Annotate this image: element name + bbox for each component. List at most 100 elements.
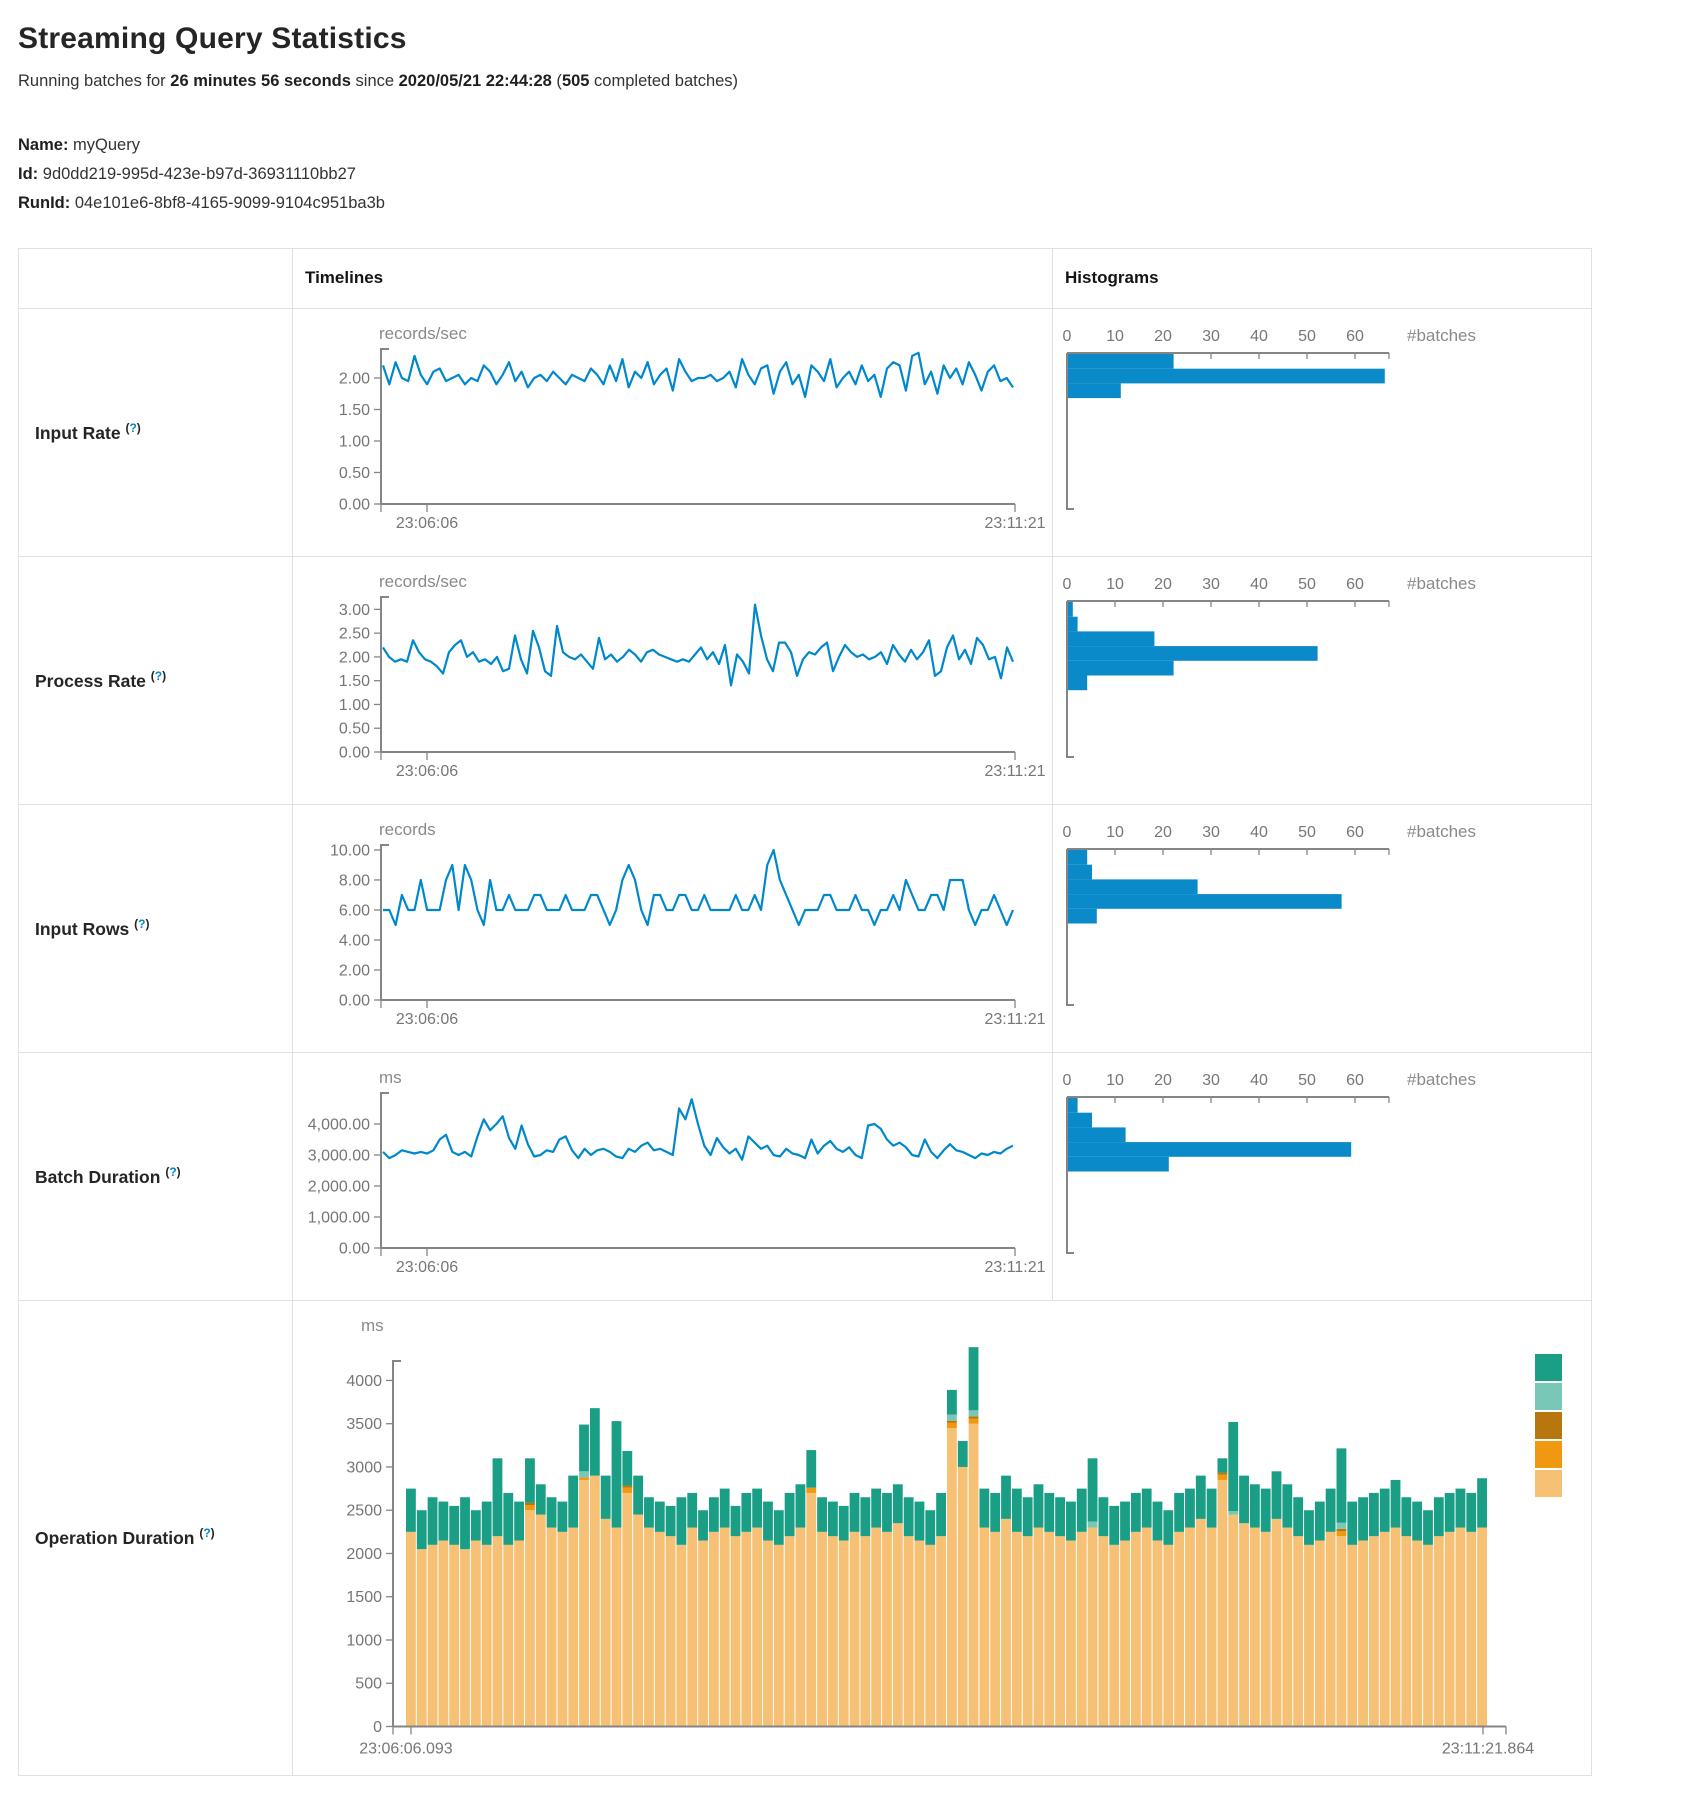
stacked-bar-segment xyxy=(947,1428,957,1726)
svg-text:1.50: 1.50 xyxy=(339,673,370,690)
batch-duration-timeline-chart: ms0.001,000.002,000.003,000.004,000.0023… xyxy=(293,1053,1052,1293)
input-rows-timeline-svg: records0.002.004.006.008.0010.0023:06:06… xyxy=(293,805,1053,1045)
stacked-bar-segment xyxy=(579,1471,589,1477)
stacked-bar-segment xyxy=(741,1531,751,1726)
svg-text:30: 30 xyxy=(1202,576,1220,593)
input-rate-timeline-svg: records/sec0.000.501.001.502.0023:06:062… xyxy=(293,309,1053,549)
input-rate-timeline-chart: records/sec0.000.501.001.502.0023:06:062… xyxy=(293,309,1052,549)
stacked-bar-segment xyxy=(1304,1510,1314,1545)
stacked-bar-segment xyxy=(1120,1501,1130,1540)
svg-text:10: 10 xyxy=(1106,824,1124,841)
svg-text:1500: 1500 xyxy=(346,1589,382,1606)
svg-text:60: 60 xyxy=(1346,576,1364,593)
stacked-bar-segment xyxy=(1228,1422,1238,1511)
batch-duration-histogram-svg: 0102030405060#batches xyxy=(1053,1053,1590,1293)
svg-text:1.50: 1.50 xyxy=(339,402,370,419)
stacked-bar-segment xyxy=(525,1458,535,1503)
stacked-bar-segment xyxy=(860,1497,870,1536)
stacked-bar-segment xyxy=(893,1523,903,1726)
svg-text:2.00: 2.00 xyxy=(339,962,370,979)
stacked-bar-segment xyxy=(882,1531,892,1726)
svg-text:23:06:06: 23:06:06 xyxy=(396,1259,458,1276)
stacked-bar-segment xyxy=(1315,1501,1325,1540)
svg-text:20: 20 xyxy=(1154,1072,1172,1089)
stacked-bar-segment xyxy=(579,1424,589,1471)
stacked-bar-segment xyxy=(871,1527,881,1726)
stacked-bar-segment xyxy=(590,1475,600,1726)
help-icon[interactable]: (?) xyxy=(165,1165,180,1179)
svg-text:0.00: 0.00 xyxy=(339,744,370,761)
metric-label: Input Rows xyxy=(35,919,129,939)
svg-text:60: 60 xyxy=(1346,1072,1364,1089)
svg-text:4,000.00: 4,000.00 xyxy=(308,1116,370,1133)
stacked-bar-segment xyxy=(644,1497,654,1527)
stacked-bar-segment xyxy=(514,1501,524,1540)
svg-text:1.00: 1.00 xyxy=(339,697,370,714)
stacked-bar-segment xyxy=(763,1501,773,1540)
svg-text:40: 40 xyxy=(1250,824,1268,841)
svg-text:23:11:21: 23:11:21 xyxy=(984,1011,1045,1028)
stacked-bar-segment xyxy=(979,1527,989,1726)
legend-swatch xyxy=(1535,1383,1562,1410)
process-rate-histogram-chart: 0102030405060#batches xyxy=(1053,557,1591,797)
stacked-bar-segment xyxy=(687,1493,697,1528)
stacked-bar-segment xyxy=(633,1475,643,1514)
stacked-bar-segment xyxy=(1228,1511,1238,1514)
svg-text:23:11:21.864: 23:11:21.864 xyxy=(1442,1740,1534,1757)
stacked-bar-segment xyxy=(428,1497,438,1545)
stacked-bar-segment xyxy=(796,1527,806,1726)
stacked-bar-segment xyxy=(1326,1531,1336,1726)
help-icon[interactable]: (?) xyxy=(125,421,140,435)
stacked-bar-segment xyxy=(1239,1475,1249,1523)
stacked-bar-segment xyxy=(1261,1488,1271,1531)
stacked-bar-segment xyxy=(1282,1484,1292,1527)
stacked-bar-segment xyxy=(731,1506,741,1536)
stacked-bar-segment xyxy=(1228,1514,1238,1726)
stacked-bar-segment xyxy=(1044,1531,1054,1726)
svg-text:10: 10 xyxy=(1106,576,1124,593)
row-label-batch-duration: Batch Duration (?) xyxy=(19,1052,293,1300)
stacked-bar-segment xyxy=(817,1497,827,1532)
stacked-bar-segment xyxy=(871,1488,881,1527)
stacked-bar-segment xyxy=(1412,1501,1422,1540)
stacked-bar-segment xyxy=(1456,1488,1466,1527)
stacked-bar-segment xyxy=(1423,1544,1433,1726)
stacked-bar-segment xyxy=(1250,1527,1260,1726)
svg-text:1.00: 1.00 xyxy=(339,433,370,450)
svg-text:23:11:21: 23:11:21 xyxy=(984,515,1045,532)
timeline-line xyxy=(383,850,1013,925)
query-id: 9d0dd219-995d-423e-b97d-36931110bb27 xyxy=(43,165,356,183)
help-icon[interactable]: (?) xyxy=(134,917,149,931)
stacked-bar-segment xyxy=(720,1527,730,1726)
stacked-bar-segment xyxy=(525,1510,535,1726)
stacked-bar-segment xyxy=(482,1501,492,1544)
stacked-bar-segment xyxy=(925,1510,935,1545)
stacked-bar-segment xyxy=(1337,1531,1347,1536)
stacked-bar-segment xyxy=(893,1484,903,1523)
stacked-bar-segment xyxy=(969,1423,979,1726)
stacked-bar-segment xyxy=(806,1493,816,1727)
histogram-bar xyxy=(1068,602,1073,617)
svg-text:2000: 2000 xyxy=(346,1546,382,1563)
stacked-bar-segment xyxy=(1347,1501,1357,1544)
stacked-bar-segment xyxy=(677,1544,687,1726)
stacked-bar-segment xyxy=(1445,1531,1455,1726)
stacked-bar-segment xyxy=(503,1493,513,1545)
stacked-bar-segment xyxy=(1098,1497,1108,1536)
stacked-bar-segment xyxy=(785,1493,795,1536)
svg-text:8.00: 8.00 xyxy=(339,872,370,889)
stacked-bar-segment xyxy=(915,1501,925,1540)
histogram-bar xyxy=(1068,383,1121,398)
timeline-line xyxy=(383,352,1013,396)
help-icon[interactable]: (?) xyxy=(151,669,166,683)
stacked-bar-segment xyxy=(1066,1540,1076,1726)
metric-label: Batch Duration xyxy=(35,1167,160,1187)
help-icon[interactable]: (?) xyxy=(199,1526,214,1540)
stacked-bar-segment xyxy=(1163,1510,1173,1545)
operation-duration-chart: ms0500100015002000250030003500400023:06:… xyxy=(293,1301,1591,1771)
timeline-line xyxy=(383,1099,1013,1160)
stacked-bar-segment xyxy=(557,1501,567,1531)
stacked-bar-segment xyxy=(1250,1484,1260,1527)
stacked-bar-segment xyxy=(1034,1527,1044,1726)
stacked-bar-segment xyxy=(850,1531,860,1726)
